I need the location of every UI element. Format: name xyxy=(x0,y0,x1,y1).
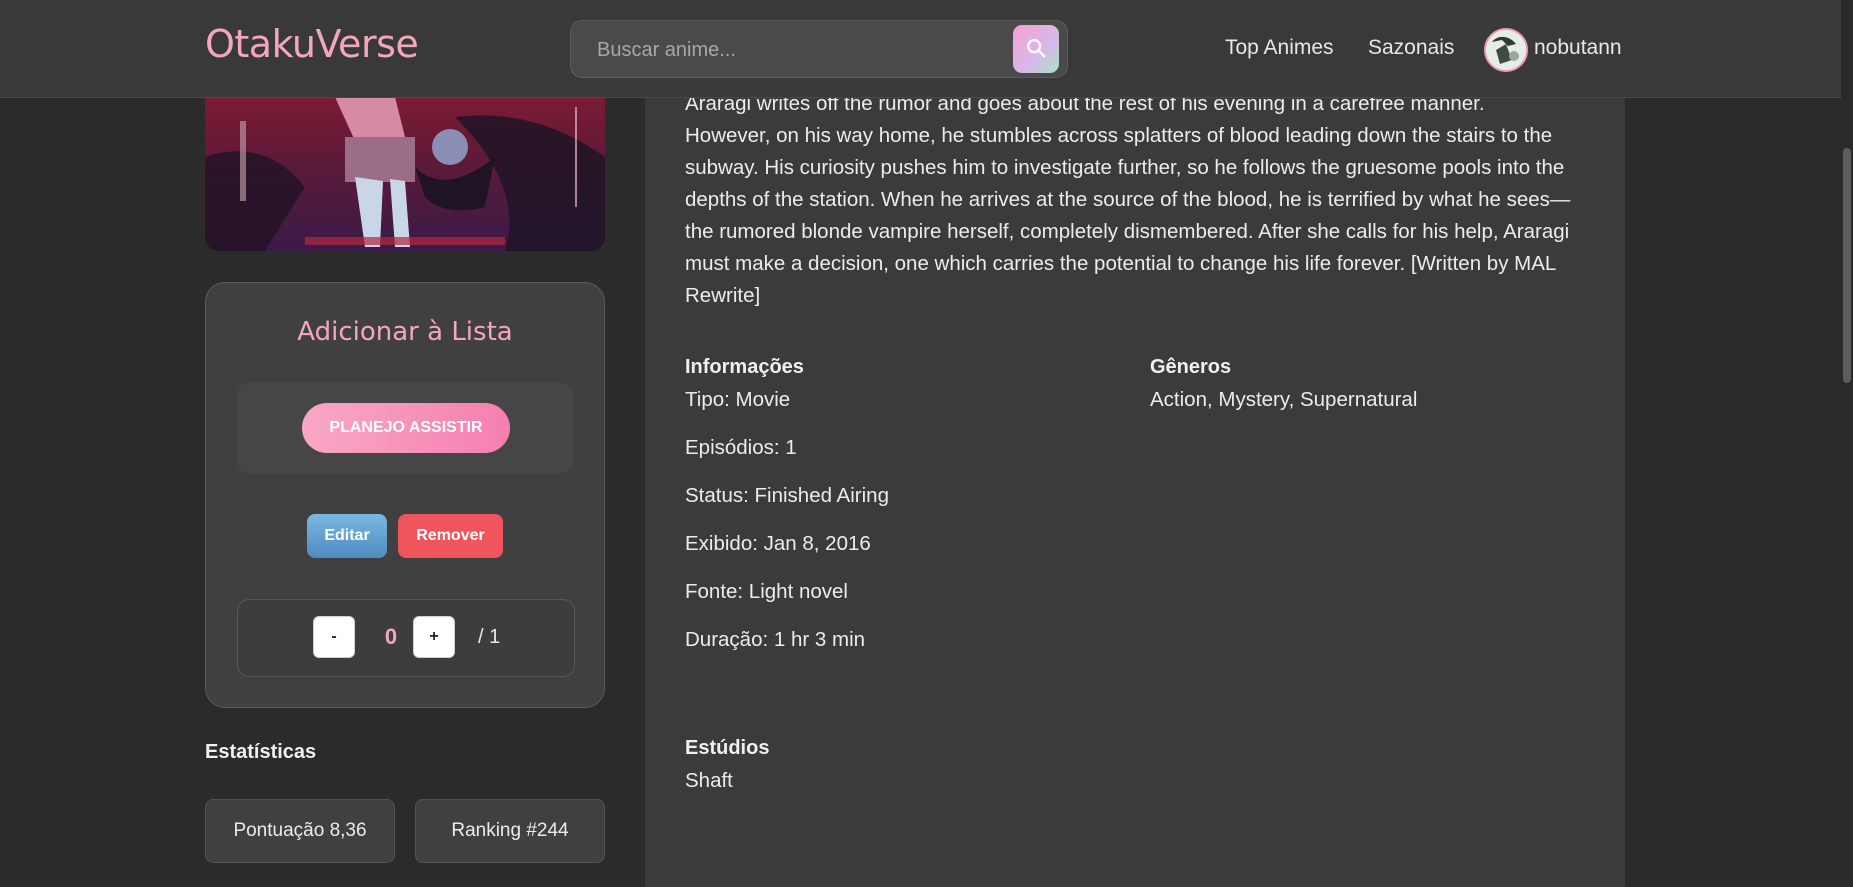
add-to-list-title: Adicionar à Lista xyxy=(297,317,513,347)
avatar-image xyxy=(1486,30,1526,70)
rank-card: Ranking #244 xyxy=(415,799,605,863)
episodes-total: / 1 xyxy=(478,626,501,648)
edit-button[interactable]: Editar xyxy=(307,514,387,558)
status-container: PLANEJO ASSISTIR xyxy=(237,383,573,473)
search-input[interactable] xyxy=(595,21,999,79)
synopsis-text: Araragi writes off the rumor and goes ab… xyxy=(685,92,1571,307)
episodes-watched: 0 xyxy=(384,624,398,649)
search-icon xyxy=(1027,39,1046,58)
decrement-button[interactable]: - xyxy=(313,616,355,658)
info-episodes: Episódios: 1 xyxy=(685,436,797,459)
episode-progress: - 0 + / 1 xyxy=(237,599,575,677)
nav-seasonal[interactable]: Sazonais xyxy=(1368,36,1454,60)
studios-list: Shaft xyxy=(685,769,733,792)
studios-heading: Estúdios xyxy=(685,737,770,759)
username[interactable]: nobutann xyxy=(1534,36,1622,60)
genres-list: Action, Mystery, Supernatural xyxy=(1150,388,1418,411)
search-bar xyxy=(570,20,1068,79)
watch-status-button[interactable]: PLANEJO ASSISTIR xyxy=(302,403,510,453)
stats-heading: Estatísticas xyxy=(205,741,317,763)
info-status: Status: Finished Airing xyxy=(685,484,889,507)
user-avatar[interactable] xyxy=(1484,28,1528,72)
genres-heading: Gêneros xyxy=(1150,356,1232,378)
anime-poster xyxy=(205,97,605,251)
nav-top-animes[interactable]: Top Animes xyxy=(1225,36,1334,60)
search-button[interactable] xyxy=(1013,25,1059,73)
info-heading: Informações xyxy=(685,356,804,378)
increment-button[interactable]: + xyxy=(413,616,455,658)
remove-button[interactable]: Remover xyxy=(398,514,503,558)
info-aired: Exibido: Jan 8, 2016 xyxy=(685,532,871,555)
info-type: Tipo: Movie xyxy=(685,388,791,411)
page-scrollbar[interactable] xyxy=(1841,0,1853,887)
score-card: Pontuação 8,36 xyxy=(205,799,395,863)
top-navbar: OtakuVerse Top Animes Sazonais nobutann xyxy=(0,0,1841,98)
poster-artwork xyxy=(205,97,605,251)
scrollbar-thumb[interactable] xyxy=(1843,148,1851,383)
site-logo[interactable]: OtakuVerse xyxy=(205,22,419,66)
info-duration: Duração: 1 hr 3 min xyxy=(685,628,866,651)
add-to-list-card: Adicionar à Lista PLANEJO ASSISTIR Edita… xyxy=(205,282,605,708)
info-source: Fonte: Light novel xyxy=(685,580,848,603)
